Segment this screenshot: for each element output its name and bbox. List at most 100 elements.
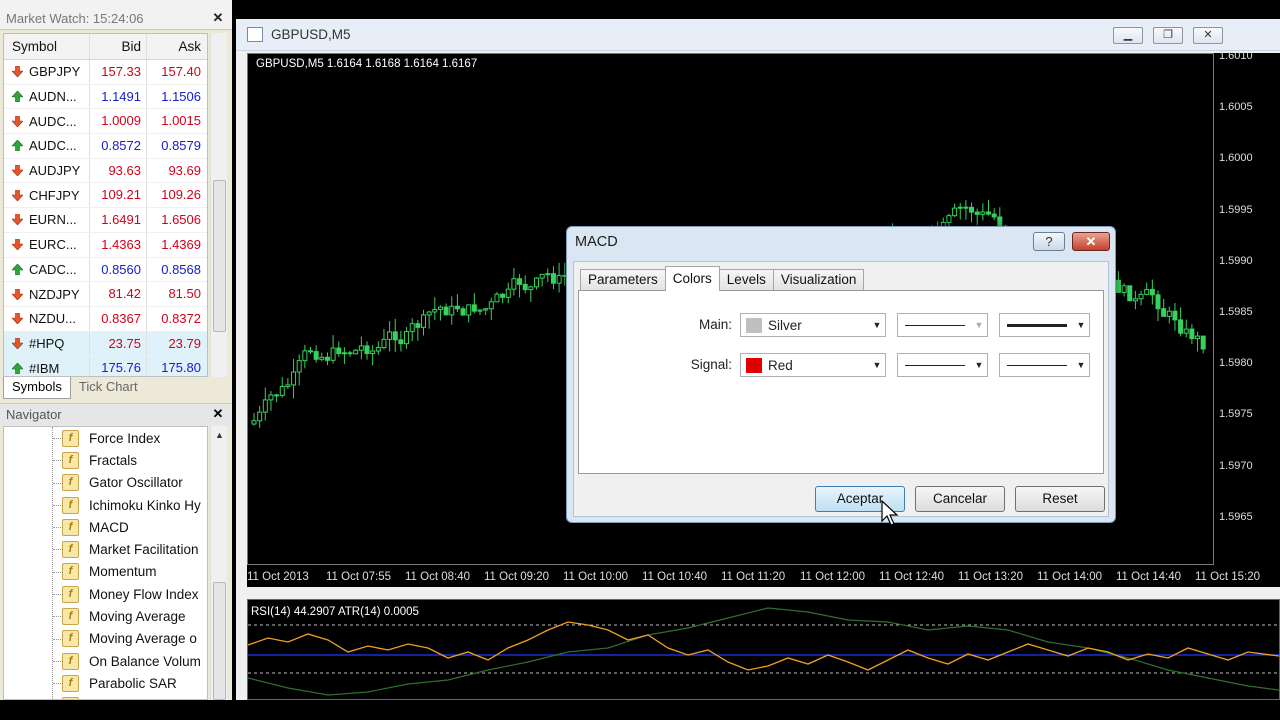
candle (341, 347, 347, 365)
macd-dialog: MACD ? ✕ Parameters Colors Levels Visual… (566, 226, 1116, 523)
navigator-item-label: Gator Oscillator (89, 475, 183, 491)
bid-column-header[interactable]: Bid (90, 34, 147, 59)
navigator-item[interactable]: f Gator Oscillator (4, 472, 207, 494)
navigator-item-label: Moving Average (89, 609, 186, 625)
table-row[interactable]: AUDJPY 93.63 93.69 (4, 158, 207, 184)
reset-button[interactable]: Reset (1015, 486, 1105, 512)
tab-levels[interactable]: Levels (718, 269, 774, 291)
signal-color-select[interactable]: Red ▼ (740, 353, 886, 377)
candle (500, 293, 506, 304)
navigator-item[interactable]: f Momentum (4, 561, 207, 583)
symbol-column-header[interactable]: Symbol (4, 34, 90, 59)
cancel-button[interactable]: Cancelar (915, 486, 1005, 512)
market-watch-scrollbar[interactable] (210, 33, 227, 377)
table-row[interactable]: NZDJPY 81.42 81.50 (4, 282, 207, 307)
navigator-item[interactable]: f Force Index (4, 427, 207, 449)
bid-cell: 109.21 (90, 183, 147, 208)
table-row[interactable]: AUDC... 1.0009 1.0015 (4, 109, 207, 135)
candle (517, 274, 523, 298)
indicator-icon: f (62, 518, 79, 536)
indicator-icon: f (62, 429, 79, 447)
table-row[interactable]: #IBM 175.76 175.80 (4, 356, 207, 376)
main-color-name: Silver (768, 318, 802, 333)
scrollbar-thumb[interactable] (213, 180, 226, 332)
candle (528, 285, 534, 302)
chart-info-label: GBPUSD,M5 1.6164 1.6168 1.6164 1.6167 (256, 58, 478, 70)
symbol-name: EURN... (29, 212, 77, 228)
candle (969, 202, 975, 223)
candle (963, 199, 969, 220)
restore-button[interactable]: ❐ (1153, 27, 1183, 44)
table-row[interactable]: EURN... 1.6491 1.6506 (4, 208, 207, 233)
table-row[interactable]: AUDC... 0.8572 0.8579 (4, 134, 207, 159)
candle (313, 345, 319, 363)
tab-colors[interactable]: Colors (664, 266, 720, 291)
candle (1178, 307, 1184, 337)
tab-visualization[interactable]: Visualization (772, 269, 865, 291)
candle (986, 199, 991, 216)
navigator-panel: Navigator ✕ f Force Index f Fractals f Gator … (0, 403, 232, 700)
window-splitter[interactable] (236, 587, 1280, 599)
scroll-up-icon[interactable]: ▲ (215, 430, 224, 440)
price-tick-label: 1.5995 (1219, 203, 1253, 216)
price-tick-label: 1.5985 (1219, 306, 1253, 318)
arrow-down-icon (12, 313, 23, 325)
navigator-item[interactable]: f MACD (4, 516, 207, 538)
indicator-subwindow[interactable]: RSI(14) 44.2907 ATR(14) 0.0005 (247, 599, 1280, 700)
navigator-item[interactable]: f Parabolic SAR (4, 672, 207, 694)
tab-parameters[interactable]: Parameters (580, 269, 666, 291)
candle (1132, 290, 1138, 310)
table-row[interactable]: CADC... 0.8560 0.8568 (4, 257, 207, 283)
candle (1189, 324, 1195, 345)
table-row[interactable]: #HPQ 23.75 23.79 (4, 331, 207, 357)
candle (1155, 290, 1161, 322)
bid-cell: 1.1491 (90, 84, 147, 109)
navigator-item[interactable]: f Ichimoku Kinko Hy (4, 494, 207, 516)
scrollbar-thumb[interactable] (213, 582, 226, 700)
tab-tick-chart[interactable]: Tick Chart (71, 377, 146, 399)
signal-width-select[interactable]: ▼ (999, 353, 1090, 377)
candle (432, 297, 438, 321)
candle (1195, 331, 1201, 352)
candle (957, 202, 963, 220)
bid-cell: 157.33 (90, 60, 147, 84)
tab-symbols[interactable]: Symbols (3, 377, 71, 399)
navigator-item-label: Ichimoku Kinko Hy (89, 497, 201, 513)
arrow-down-icon (12, 189, 23, 201)
navigator-item[interactable]: f Moving Average (4, 605, 207, 627)
close-icon[interactable]: ✕ (212, 11, 224, 24)
navigator-item-label: Market Facilitation (89, 542, 199, 558)
main-style-select[interactable]: ▼ (897, 313, 988, 337)
navigator-item[interactable]: f Fractals (4, 449, 207, 471)
close-icon[interactable]: ✕ (212, 407, 224, 420)
navigator-item[interactable]: f Moving Average o (4, 628, 207, 650)
candle (375, 341, 381, 355)
navigator-item[interactable]: f Relative Strength (4, 695, 207, 699)
navigator-item[interactable]: f On Balance Volum (4, 650, 207, 672)
candle (262, 387, 268, 421)
main-color-select[interactable]: Silver ▼ (740, 313, 886, 337)
table-row[interactable]: EURC... 1.4363 1.4369 (4, 232, 207, 258)
table-row[interactable]: AUDN... 1.1491 1.1506 (4, 84, 207, 110)
table-row[interactable]: NZDU... 0.8367 0.8372 (4, 306, 207, 332)
candle (494, 291, 500, 303)
navigator-scrollbar[interactable]: ▲ (210, 426, 227, 700)
main-width-select[interactable]: ▼ (999, 313, 1090, 337)
close-button[interactable]: ✕ (1193, 27, 1223, 44)
table-row[interactable]: GBPJPY 157.33 157.40 (4, 60, 207, 85)
ask-column-header[interactable]: Ask (147, 34, 207, 59)
table-row[interactable]: CHFJPY 109.21 109.26 (4, 183, 207, 209)
signal-style-select[interactable]: ▼ (897, 353, 988, 377)
candle (1115, 271, 1121, 293)
candle (1161, 298, 1167, 317)
dialog-close-button[interactable]: ✕ (1072, 232, 1110, 251)
minimize-button[interactable]: ▁ (1113, 27, 1143, 44)
navigator-item[interactable]: f Money Flow Index (4, 583, 207, 605)
bid-cell: 1.0009 (90, 109, 147, 134)
navigator-item-label: Moving Average o (89, 631, 197, 647)
price-tick-label: 1.5975 (1219, 408, 1253, 421)
help-button[interactable]: ? (1033, 232, 1065, 251)
navigator-item[interactable]: f Market Facilitation (4, 538, 207, 560)
time-tick-label: 11 Oct 10:00 (563, 571, 628, 583)
symbol-cell: NZDU... (4, 306, 90, 331)
